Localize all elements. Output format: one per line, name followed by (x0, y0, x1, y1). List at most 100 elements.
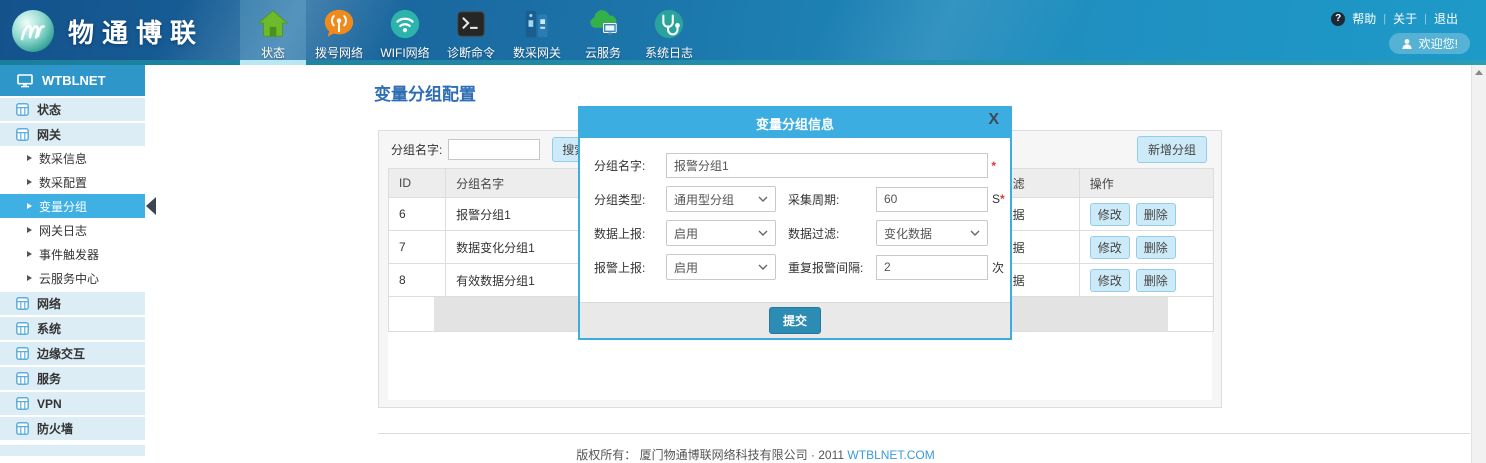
nav-item-wifi-network[interactable]: WIFI网络 (372, 0, 438, 65)
data-report-label: 数据上报: (594, 225, 666, 242)
nav-item-diagnostic-command[interactable]: 诊断命令 (438, 0, 504, 65)
data-filter-select[interactable]: 变化数据 (876, 220, 988, 246)
about-link[interactable]: 关于 (1393, 10, 1417, 27)
sidebar-header: WTBLNET (0, 65, 145, 96)
chevron-down-icon (970, 230, 980, 236)
sidebar-item-label: 数采信息 (39, 150, 87, 167)
sidebar-subitem-gateway-log[interactable]: 网关日志 (0, 218, 145, 242)
arrow-right-icon (27, 251, 32, 257)
edit-button[interactable]: 修改 (1090, 269, 1130, 292)
nav-item-system-logs[interactable]: 系统日志 (636, 0, 702, 65)
gateway-icon (520, 5, 554, 43)
sidebar-item-vpn[interactable]: VPN (0, 392, 145, 415)
cell-actions: 修改删除 (1079, 231, 1213, 264)
alarm-report-value: 启用 (674, 259, 698, 276)
sidebar-item-system[interactable]: 系统 (0, 317, 145, 340)
field-row-type-period: 分组类型: 通用型分组 采集周期: S* (594, 186, 996, 212)
sidebar-item-label: 云服务中心 (39, 270, 99, 287)
chevron-down-icon (758, 196, 768, 202)
grid-icon (16, 103, 29, 116)
grid-icon (16, 422, 29, 435)
arrow-right-icon (27, 179, 32, 185)
nav-label: 拨号网络 (315, 44, 363, 61)
nav-label: 诊断命令 (447, 44, 495, 61)
sidebar-item-gateway[interactable]: 网关 (0, 123, 145, 146)
sidebar-subitem-data-info[interactable]: 数采信息 (0, 146, 145, 170)
modal-title: 变量分组信息 (756, 114, 834, 133)
sidebar-item-label: 变量分组 (39, 198, 87, 215)
alarm-report-select[interactable]: 启用 (666, 254, 776, 280)
logout-link[interactable]: 退出 (1434, 10, 1458, 27)
field-row-group-name: 分组名字: * (594, 153, 996, 178)
add-group-button[interactable]: 新增分组 (1137, 136, 1207, 163)
top-links: ? 帮助 | 关于 | 退出 (1331, 10, 1458, 27)
nav-item-dialup-network[interactable]: 拨号网络 (306, 0, 372, 65)
nav-item-status[interactable]: 状态 (240, 0, 306, 65)
welcome-badge[interactable]: 欢迎您! (1389, 33, 1470, 54)
submit-button[interactable]: 提交 (769, 307, 821, 334)
brand-logo: 物通博联 (10, 8, 204, 54)
sidebar-subitem-event-trigger[interactable]: 事件触发器 (0, 242, 145, 266)
brand-name: 物通博联 (68, 13, 204, 50)
sidebar-item-partial (0, 445, 145, 456)
copyright-year: · 2011 (811, 448, 844, 462)
group-name-label: 分组名字: (594, 157, 666, 174)
vertical-scrollbar[interactable] (1471, 65, 1486, 463)
footer-divider (378, 433, 1470, 434)
scroll-up-icon[interactable] (1475, 70, 1483, 75)
group-type-select[interactable]: 通用型分组 (666, 186, 776, 212)
variable-group-modal: 变量分组信息 X 分组名字: * 分组类型: 通用型分组 采集周期: S* 数据… (578, 106, 1012, 340)
nav-item-data-gateway[interactable]: 数采网关 (504, 0, 570, 65)
logo-sphere-icon (10, 8, 56, 54)
sidebar-item-edge-interaction[interactable]: 边缘交互 (0, 342, 145, 365)
help-link[interactable]: 帮助 (1352, 10, 1376, 27)
modal-header: 变量分组信息 X (580, 108, 1010, 138)
sidebar-item-firewall[interactable]: 防火墙 (0, 417, 145, 440)
footer-link[interactable]: WTBLNET.COM (847, 448, 934, 462)
collect-period-input[interactable] (876, 187, 988, 212)
wifi-icon (388, 5, 422, 43)
cell-id: 7 (389, 231, 446, 264)
group-type-label: 分组类型: (594, 191, 666, 208)
sidebar-item-label: 网关日志 (39, 222, 87, 239)
search-label: 分组名字: (391, 141, 442, 158)
edit-button[interactable]: 修改 (1090, 203, 1130, 226)
sidebar-item-network[interactable]: 网络 (0, 292, 145, 315)
alarm-report-label: 报警上报: (594, 259, 666, 276)
arrow-right-icon (27, 203, 32, 209)
required-star: * (991, 159, 996, 173)
link-divider: | (1424, 13, 1427, 25)
home-icon (256, 5, 290, 43)
sidebar: WTBLNET 状态 网关 数采信息 数采配置 变量分组 网关日志 事件触发器 … (0, 65, 145, 463)
sidebar-subitem-variable-group[interactable]: 变量分组 (0, 194, 145, 218)
logs-icon (652, 5, 686, 43)
sidebar-item-service[interactable]: 服务 (0, 367, 145, 390)
delete-button[interactable]: 删除 (1136, 203, 1176, 226)
sidebar-subitem-data-config[interactable]: 数采配置 (0, 170, 145, 194)
nav-label: 云服务 (585, 44, 621, 61)
header-bottom-band (0, 60, 1486, 65)
group-type-value: 通用型分组 (674, 191, 734, 208)
search-input[interactable] (448, 139, 540, 160)
sidebar-item-label: 网络 (37, 295, 61, 312)
sidebar-title-text: WTBLNET (42, 73, 106, 88)
nav-label: 数采网关 (513, 44, 561, 61)
delete-button[interactable]: 删除 (1136, 236, 1176, 259)
delete-button[interactable]: 删除 (1136, 269, 1176, 292)
close-icon[interactable]: X (988, 111, 999, 129)
sidebar-subitem-cloud-center[interactable]: 云服务中心 (0, 266, 145, 290)
group-name-input[interactable] (666, 153, 988, 178)
edit-button[interactable]: 修改 (1090, 236, 1130, 259)
sidebar-item-status[interactable]: 状态 (0, 98, 145, 121)
modal-body: 分组名字: * 分组类型: 通用型分组 采集周期: S* 数据上报: 启用 (580, 138, 1010, 280)
arrow-right-icon (27, 275, 32, 281)
nav-item-cloud-service[interactable]: 云服务 (570, 0, 636, 65)
data-report-select[interactable]: 启用 (666, 220, 776, 246)
repeat-interval-label: 重复报警间隔: (788, 259, 876, 276)
footer: 版权所有： 厦门物通博联网络科技有限公司 · 2011 WTBLNET.COM (145, 446, 1366, 463)
sidebar-item-label: VPN (37, 397, 62, 411)
repeat-interval-input[interactable] (876, 255, 988, 280)
link-divider: | (1383, 13, 1386, 25)
cell-actions: 修改删除 (1079, 198, 1213, 231)
cell-id: 6 (389, 198, 446, 231)
